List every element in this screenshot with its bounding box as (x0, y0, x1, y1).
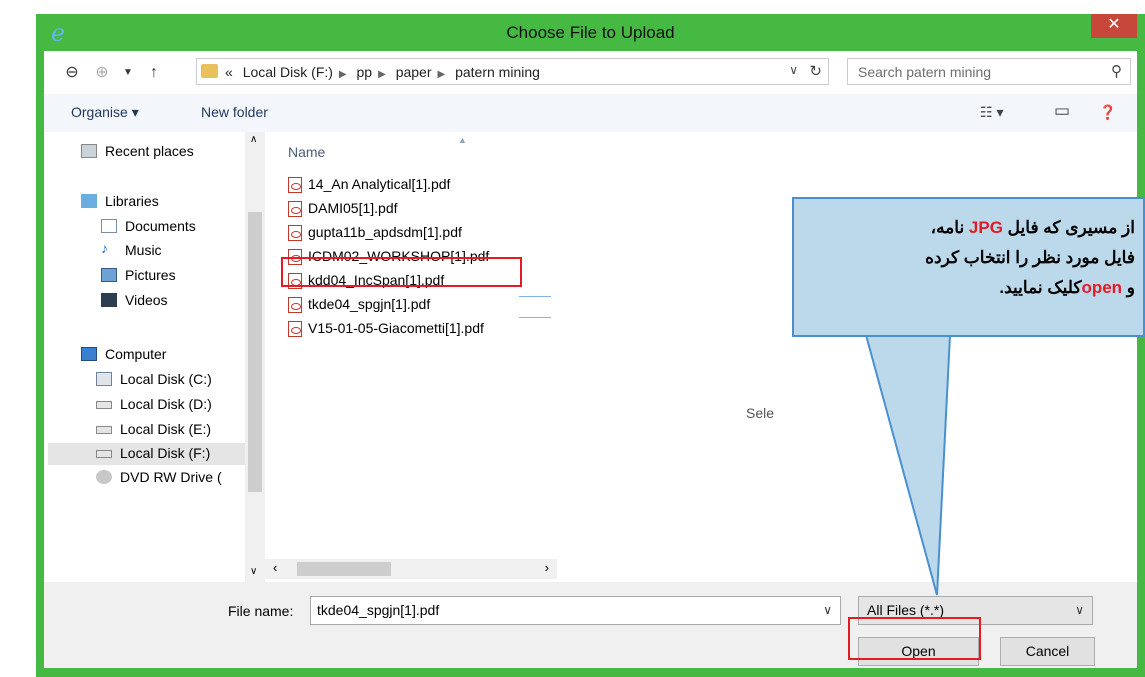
callout-line-2: فایل مورد نظر را انتخاب کرده (925, 248, 1135, 267)
instruction-callout: از مسیری که فایل JPG نامه، فایل مورد نظر… (792, 197, 1145, 337)
callout-keyword-open: open (1081, 278, 1123, 297)
callout-pointer (864, 334, 952, 596)
callout-keyword-jpg: JPG (968, 218, 1003, 237)
callout-line-3: و openکلیک نمایید. (795, 273, 1135, 303)
callout-text: از مسیری که فایل JPG نامه، فایل مورد نظر… (795, 213, 1135, 303)
callout-text-part: و (1122, 278, 1135, 297)
callout-text-part: کلیک نمایید. (999, 278, 1082, 297)
callout-text-part: از مسیری که فایل (1002, 218, 1135, 237)
callout-line-1: از مسیری که فایل JPG نامه، (795, 213, 1135, 243)
callout-text-part: نامه، (930, 218, 969, 237)
